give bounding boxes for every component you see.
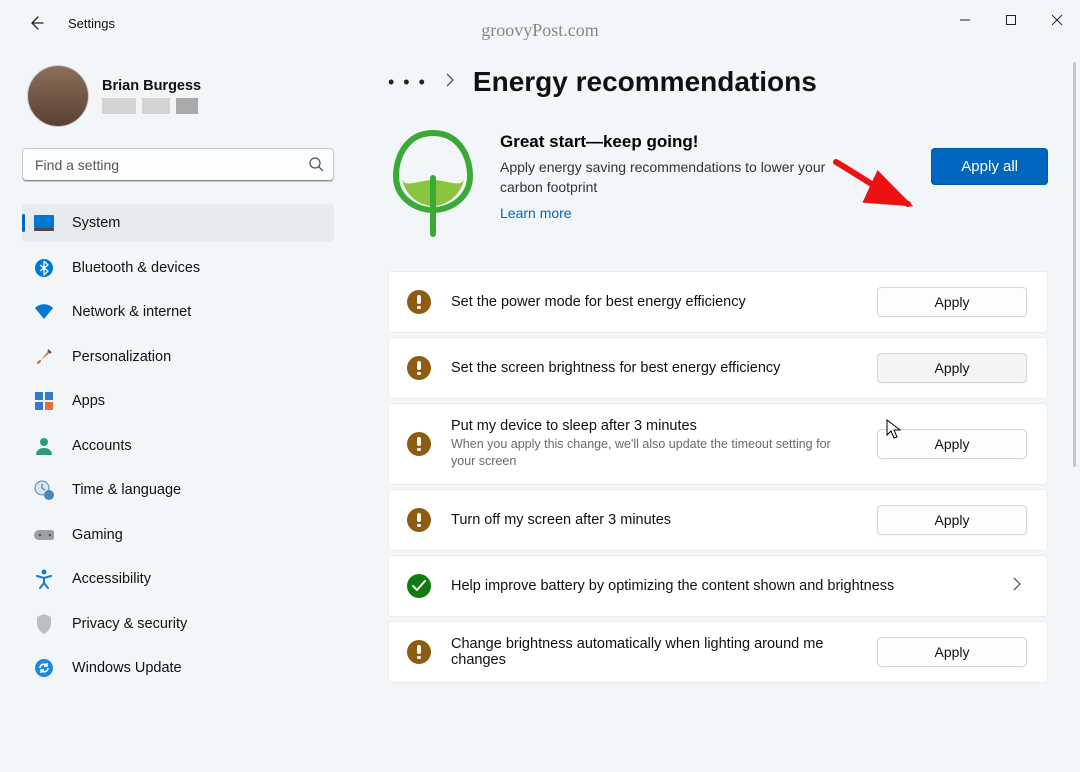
card-subtitle: When you apply this change, we'll also u… (451, 436, 831, 470)
hero-title: Great start—keep going! (500, 132, 909, 152)
scrollbar[interactable] (1070, 62, 1076, 760)
attention-icon (407, 508, 431, 532)
nav: System Bluetooth & devices Network & int… (22, 204, 334, 694)
sidebar-item-bluetooth[interactable]: Bluetooth & devices (22, 249, 334, 287)
sidebar-item-accessibility[interactable]: Accessibility (22, 560, 334, 598)
paintbrush-icon (34, 347, 54, 367)
hero: Great start—keep going! Apply energy sav… (388, 128, 1048, 243)
search-input[interactable] (22, 148, 334, 182)
main: • • • Energy recommendations Great start… (352, 46, 1080, 772)
avatar (28, 66, 88, 126)
sidebar-item-accounts[interactable]: Accounts (22, 427, 334, 465)
sidebar-item-label: Privacy & security (72, 616, 187, 632)
recommendation-card: Put my device to sleep after 3 minutes W… (388, 403, 1048, 485)
apply-button[interactable]: Apply (877, 429, 1027, 459)
sidebar: Brian Burgess System Bluetooth & devices… (0, 46, 352, 772)
recommendation-card: Set the power mode for best energy effic… (388, 271, 1048, 333)
sidebar-item-personalization[interactable]: Personalization (22, 338, 334, 376)
title-bar: Settings groovyPost.com (0, 0, 1080, 46)
recommendation-list: Set the power mode for best energy effic… (388, 271, 1048, 683)
back-button[interactable] (24, 11, 48, 35)
clock-globe-icon (34, 480, 54, 500)
person-icon (34, 436, 54, 456)
breadcrumb: • • • Energy recommendations (388, 66, 1080, 98)
chevron-right-icon (1013, 577, 1027, 594)
apply-all-button[interactable]: Apply all (931, 148, 1048, 185)
maximize-button[interactable] (988, 0, 1034, 40)
accessibility-icon (34, 569, 54, 589)
sidebar-item-network[interactable]: Network & internet (22, 293, 334, 331)
minimize-button[interactable] (942, 0, 988, 40)
sidebar-item-label: Windows Update (72, 660, 182, 676)
attention-icon (407, 356, 431, 380)
bluetooth-icon (34, 258, 54, 278)
sidebar-item-label: Personalization (72, 349, 171, 365)
sidebar-item-label: Bluetooth & devices (72, 260, 200, 276)
user-email-redacted (102, 98, 201, 114)
sidebar-item-label: System (72, 215, 120, 231)
sidebar-item-label: Accounts (72, 438, 132, 454)
search-wrap (22, 148, 334, 182)
search-icon (308, 156, 324, 177)
sidebar-item-time-language[interactable]: Time & language (22, 471, 334, 509)
sidebar-item-windows-update[interactable]: Windows Update (22, 649, 334, 687)
close-button[interactable] (1034, 0, 1080, 40)
sidebar-item-label: Time & language (72, 482, 181, 498)
content: Brian Burgess System Bluetooth & devices… (0, 46, 1080, 772)
sidebar-item-label: Apps (72, 393, 105, 409)
learn-more-link[interactable]: Learn more (500, 205, 572, 221)
attention-icon (407, 290, 431, 314)
apply-button[interactable]: Apply (877, 353, 1027, 383)
wifi-icon (34, 302, 54, 322)
apply-button[interactable]: Apply (877, 505, 1027, 535)
card-title: Set the power mode for best energy effic… (451, 294, 857, 310)
card-title: Put my device to sleep after 3 minutes (451, 418, 857, 434)
user-name: Brian Burgess (102, 78, 201, 94)
recommendation-card: Set the screen brightness for best energ… (388, 337, 1048, 399)
check-icon (407, 574, 431, 598)
sidebar-item-system[interactable]: System (22, 204, 334, 242)
sidebar-item-privacy[interactable]: Privacy & security (22, 605, 334, 643)
recommendation-card[interactable]: Help improve battery by optimizing the c… (388, 555, 1048, 617)
breadcrumb-ellipsis[interactable]: • • • (388, 72, 427, 93)
attention-icon (407, 432, 431, 456)
window-controls (942, 0, 1080, 40)
user-block[interactable]: Brian Burgess (28, 66, 334, 126)
card-title: Set the screen brightness for best energ… (451, 360, 857, 376)
watermark: groovyPost.com (481, 20, 599, 41)
gamepad-icon (34, 525, 54, 545)
card-title: Turn off my screen after 3 minutes (451, 512, 857, 528)
hero-subtitle: Apply energy saving recommendations to l… (500, 158, 870, 197)
shield-icon (34, 614, 54, 634)
app-title: Settings (68, 16, 115, 31)
recommendation-card: Turn off my screen after 3 minutes Apply (388, 489, 1048, 551)
sidebar-item-label: Gaming (72, 527, 123, 543)
chevron-right-icon (445, 73, 455, 92)
apps-icon (34, 391, 54, 411)
update-icon (34, 658, 54, 678)
recommendation-card: Change brightness automatically when lig… (388, 621, 1048, 683)
sidebar-item-label: Accessibility (72, 571, 151, 587)
sidebar-item-apps[interactable]: Apps (22, 382, 334, 420)
system-icon (34, 213, 54, 233)
scrollbar-thumb[interactable] (1073, 62, 1076, 467)
sidebar-item-label: Network & internet (72, 304, 191, 320)
card-title: Help improve battery by optimizing the c… (451, 578, 993, 594)
apply-button[interactable]: Apply (877, 287, 1027, 317)
sidebar-item-gaming[interactable]: Gaming (22, 516, 334, 554)
apply-button[interactable]: Apply (877, 637, 1027, 667)
card-title: Change brightness automatically when lig… (451, 636, 857, 668)
attention-icon (407, 640, 431, 664)
page-title: Energy recommendations (473, 66, 817, 98)
leaf-icon (388, 128, 478, 243)
